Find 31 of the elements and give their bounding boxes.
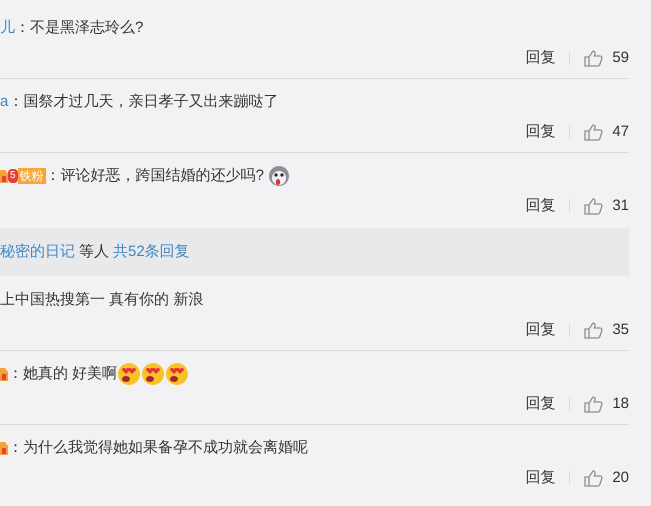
thumbs-up-icon[interactable] (584, 49, 604, 67)
like-count: 31 (612, 196, 629, 216)
husky-emoji-icon (268, 165, 290, 187)
thumbs-up-icon[interactable] (584, 395, 604, 413)
comment-text: ：她真的 好美啊 (8, 364, 118, 384)
level-badge: 5 (8, 169, 18, 183)
reply-button[interactable]: 回复 (525, 194, 556, 218)
heart-eyes-emoji-icon (117, 362, 142, 386)
like-count: 18 (612, 394, 629, 414)
thumbs-up-icon[interactable] (584, 469, 604, 487)
reply-button[interactable]: 回复 (525, 318, 556, 342)
comment-text: 上中国热搜第一 真有你的 新浪 (0, 290, 204, 310)
heart-eyes-emoji-icon (141, 362, 166, 386)
others-text: 等人 (79, 242, 109, 262)
heart-eyes-emoji-icon (165, 362, 190, 386)
comment-text: ：为什么我觉得她如果备孕不成功就会离婚呢 (8, 438, 308, 458)
like-count: 47 (612, 122, 629, 142)
reply-button[interactable]: 回复 (525, 46, 556, 70)
comment-text: ：不是黑泽志玲么? (15, 18, 144, 38)
like-count: 35 (612, 320, 629, 340)
thumbs-up-icon[interactable] (584, 123, 604, 141)
thumbs-up-icon[interactable] (584, 197, 604, 215)
reply-button[interactable]: 回复 (525, 392, 556, 416)
thumbs-up-icon[interactable] (584, 321, 604, 339)
like-count: 59 (612, 48, 629, 68)
comment-text: ：国祭才过几天，亲日孝子又出来蹦哒了 (8, 92, 278, 112)
fan-badge: 铁粉 (18, 168, 46, 184)
reply-button[interactable]: 回复 (525, 120, 556, 144)
comment-text: ：评论好恶，跨国结婚的还少吗? (46, 166, 264, 186)
reply-button[interactable]: 回复 (525, 466, 556, 490)
like-count: 20 (612, 468, 629, 488)
